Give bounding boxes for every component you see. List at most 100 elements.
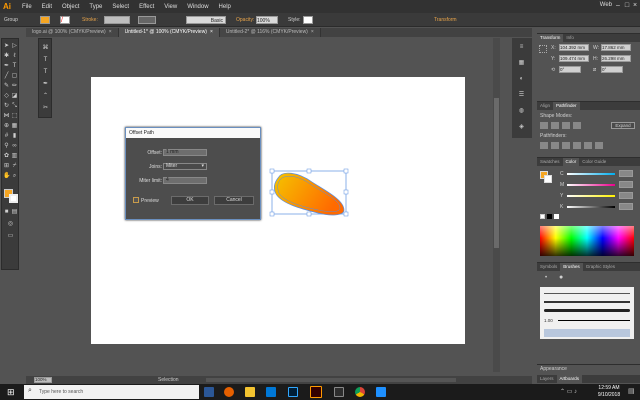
tray-icons[interactable]: ⌃ ▭ ♪	[560, 388, 577, 395]
tab-info[interactable]: Info	[563, 34, 577, 42]
brush-pattern[interactable]	[544, 329, 630, 337]
tab-artboards[interactable]: Artboards	[556, 375, 583, 383]
menu-edit[interactable]: Edit	[37, 4, 57, 10]
transform-link[interactable]: Transform	[434, 16, 457, 24]
workspace-switcher[interactable]: Web	[600, 2, 612, 8]
store-icon[interactable]	[266, 387, 276, 397]
opacity-field[interactable]: 100%	[256, 16, 278, 24]
tab-graphic-styles[interactable]: Graphic Styles	[583, 263, 618, 271]
offset-path-shape[interactable]	[273, 172, 345, 216]
outline-icon[interactable]	[584, 142, 592, 149]
selection-tool-icon[interactable]: ➤	[3, 43, 10, 50]
lasso-icon[interactable]: ℓ	[11, 53, 18, 60]
type-on-path-icon[interactable]: T	[42, 57, 49, 64]
zoom-tool-icon[interactable]: ⌕	[11, 173, 18, 180]
maximize-icon[interactable]: □	[623, 1, 631, 10]
minimize-icon[interactable]: –	[614, 1, 622, 10]
tab-swatches[interactable]: Swatches	[537, 158, 563, 166]
file-explorer-icon[interactable]	[245, 387, 255, 397]
mesh-icon[interactable]: #	[3, 133, 10, 140]
pencil-icon[interactable]: ✏	[11, 83, 18, 90]
m-value-field[interactable]	[619, 181, 633, 188]
joins-select[interactable]: Miter ▾	[163, 163, 207, 170]
line-tool-icon[interactable]: ╱	[3, 73, 10, 80]
clock-time[interactable]: 12:59 AM	[594, 385, 624, 391]
divide-icon[interactable]	[540, 142, 548, 149]
k-slider[interactable]	[567, 206, 615, 208]
white-swatch[interactable]	[554, 214, 559, 219]
offset-input[interactable]: 1 mm	[163, 149, 207, 156]
handle[interactable]	[306, 168, 312, 174]
menu-file[interactable]: File	[17, 4, 37, 10]
handle[interactable]	[343, 168, 349, 174]
angle-field[interactable]: 0°	[559, 66, 581, 73]
expand-button[interactable]: Expand	[611, 122, 635, 129]
blend-icon[interactable]: ∞	[11, 143, 18, 150]
illustrator-icon[interactable]	[310, 386, 322, 398]
taskbar-search-box[interactable]: ⌕ Type here to search	[24, 385, 199, 399]
k-value-field[interactable]	[619, 203, 633, 210]
tab-pathfinder[interactable]: Pathfinder	[553, 102, 580, 110]
libraries-icon[interactable]: ▦	[518, 60, 525, 67]
handle[interactable]	[343, 211, 349, 217]
gradient-shape[interactable]	[268, 166, 350, 218]
y-field[interactable]: 109.474 mm	[559, 55, 589, 62]
stroke-swatch[interactable]: /	[60, 16, 70, 24]
c-value-field[interactable]	[619, 170, 633, 177]
stroke-weight-field[interactable]	[104, 16, 130, 24]
appearance-title[interactable]: Appearance	[540, 366, 567, 372]
handle[interactable]	[306, 211, 312, 217]
layers-icon[interactable]: ◈	[518, 124, 525, 131]
properties-icon[interactable]: ≡	[518, 44, 525, 51]
transparency-icon[interactable]: ◍	[518, 108, 525, 115]
eraser-icon[interactable]: ◪	[11, 93, 18, 100]
stroke-color-box[interactable]	[9, 194, 18, 203]
close-icon[interactable]: ×	[311, 28, 314, 37]
gradient-mode-icon[interactable]: ▤	[11, 209, 18, 216]
rectangle-tool-icon[interactable]: ▢	[11, 73, 18, 80]
brush-definition-dropdown[interactable]: Basic	[186, 16, 226, 24]
shaper-icon[interactable]: ◇	[3, 93, 10, 100]
handle[interactable]	[343, 189, 349, 195]
pen-tool-icon[interactable]: ✒	[3, 63, 10, 70]
close-icon[interactable]: ×	[210, 28, 213, 37]
shear-field[interactable]: 0°	[601, 66, 623, 73]
brush-stroke[interactable]	[544, 293, 630, 294]
x-field[interactable]: 104.392 mm	[559, 44, 589, 51]
type-tool-icon[interactable]: T	[11, 63, 18, 70]
photoshop-icon[interactable]	[288, 387, 298, 397]
brush-stroke[interactable]	[544, 301, 630, 303]
shape-builder-icon[interactable]: ⊕	[3, 123, 10, 130]
y-slider[interactable]	[567, 195, 615, 197]
color-mode-icon[interactable]: ■	[3, 209, 10, 216]
none-swatch[interactable]	[540, 214, 545, 219]
scissors-icon[interactable]: ✂	[42, 105, 49, 112]
brush-stroke[interactable]	[558, 320, 630, 321]
handle[interactable]	[269, 189, 275, 195]
fill-swatch[interactable]	[40, 16, 50, 24]
merge-icon[interactable]	[562, 142, 570, 149]
m-slider[interactable]	[567, 184, 615, 186]
unite-icon[interactable]	[540, 122, 548, 129]
direct-selection-icon[interactable]: ▷	[11, 43, 18, 50]
screen-mode-icon[interactable]: ▭	[7, 233, 14, 240]
tab-symbols[interactable]: Symbols	[537, 263, 560, 271]
firefox-icon[interactable]	[224, 387, 234, 397]
paintbrush-icon[interactable]: ✎	[3, 83, 10, 90]
artboard-tool-icon[interactable]: ⊞	[3, 163, 10, 170]
free-transform-icon[interactable]: ⬚	[11, 113, 18, 120]
width-tool-icon[interactable]: ⋈	[3, 113, 10, 120]
scale-icon[interactable]: ⤡	[11, 103, 18, 110]
word-icon[interactable]	[204, 387, 214, 397]
brush-library[interactable]: 1.00	[540, 287, 634, 339]
menu-effect[interactable]: Effect	[134, 4, 159, 10]
stroke-label[interactable]: Stroke:	[82, 16, 98, 24]
c-slider[interactable]	[567, 173, 615, 175]
windows-start-icon[interactable]: ⊞	[7, 387, 15, 398]
magic-wand-icon[interactable]: ✱	[3, 53, 10, 60]
cancel-button[interactable]: Cancel	[214, 196, 254, 205]
brush-dot-icon[interactable]: ●	[559, 274, 563, 281]
graphic-style-swatch[interactable]	[303, 16, 313, 24]
close-icon[interactable]: ×	[631, 1, 639, 10]
rotate-icon[interactable]: ↻	[3, 103, 10, 110]
